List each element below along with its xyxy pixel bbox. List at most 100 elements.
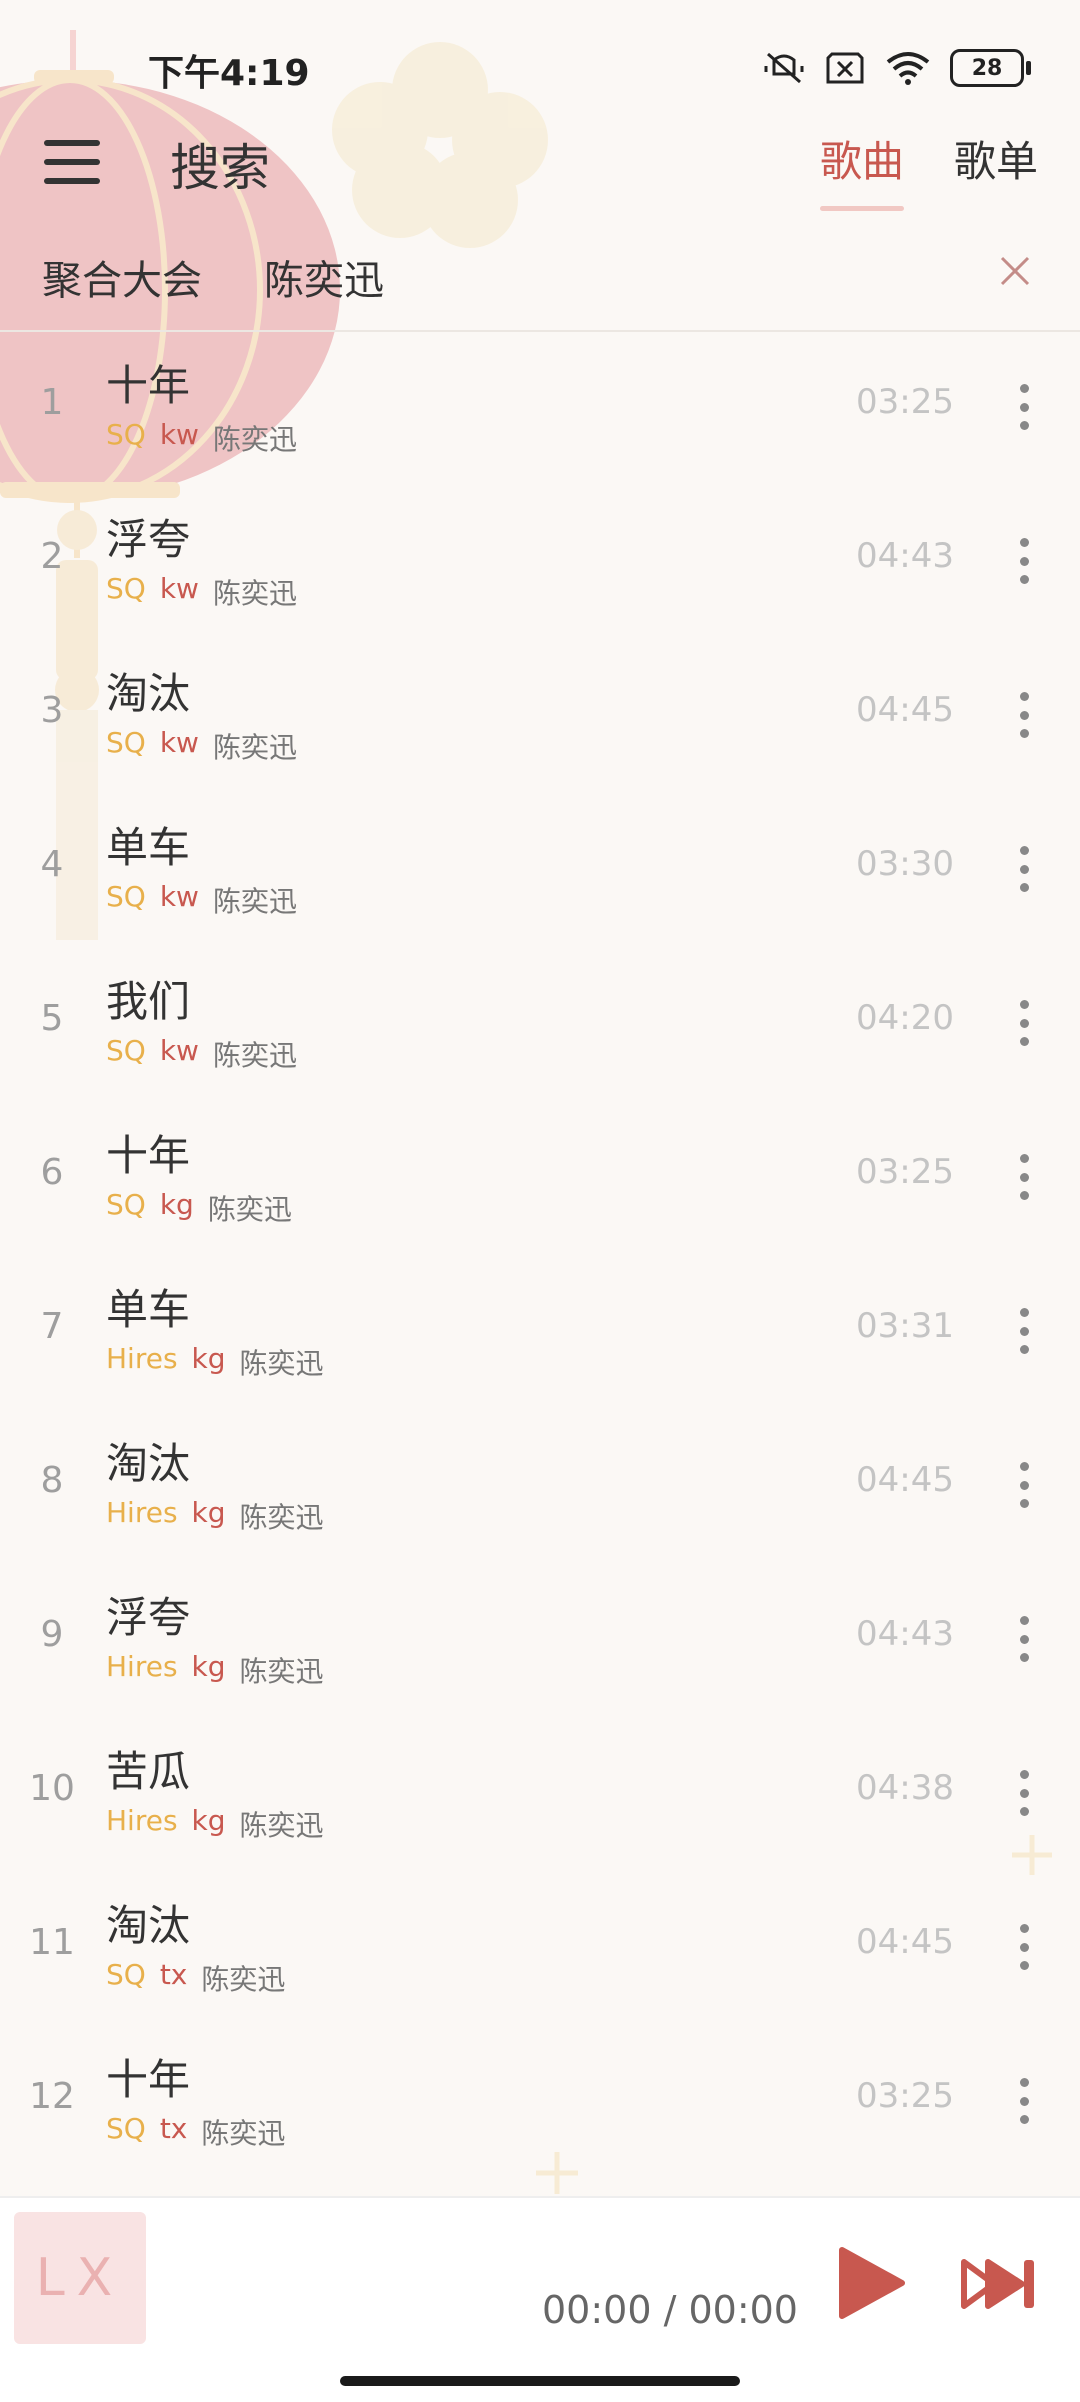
quality-tag: SQ	[106, 1188, 146, 1221]
more-vertical-icon[interactable]	[1012, 1924, 1036, 1970]
tab-songs[interactable]: 歌曲	[819, 128, 904, 211]
song-meta: SQ kw 陈奕迅	[106, 726, 297, 766]
song-meta: Hires kg 陈奕迅	[106, 1650, 324, 1690]
quality-tag: SQ	[106, 1034, 146, 1067]
more-vertical-icon[interactable]	[1012, 1462, 1036, 1508]
song-meta: Hires kg 陈奕迅	[106, 1342, 324, 1382]
source-tag: kg	[159, 1188, 194, 1221]
more-vertical-icon[interactable]	[1012, 1308, 1036, 1354]
song-row[interactable]: 10 苦瓜 Hires kg 陈奕迅 04:38	[0, 1718, 1080, 1872]
more-vertical-icon[interactable]	[1012, 384, 1036, 430]
song-duration: 04:43	[856, 1614, 954, 1654]
tab-playlists[interactable]: 歌单	[954, 128, 1038, 199]
status-icons: 28	[762, 48, 1031, 88]
song-artist: 陈奕迅	[212, 1039, 297, 1072]
quality-tag: Hires	[106, 1804, 178, 1837]
song-artist: 陈奕迅	[239, 1347, 324, 1380]
song-title: 淘汰	[106, 1901, 191, 1950]
source-tag: tx	[159, 1958, 188, 1991]
song-row[interactable]: 11 淘汰 SQ tx 陈奕迅 04:45	[0, 1872, 1080, 2026]
source-tag: kw	[159, 1034, 199, 1067]
song-meta: Hires kg 陈奕迅	[106, 1804, 324, 1844]
more-vertical-icon[interactable]	[1012, 1000, 1036, 1046]
app-header: 搜索 歌曲 歌单	[0, 120, 1080, 230]
song-row[interactable]: 5 我们 SQ kw 陈奕迅 04:20	[0, 948, 1080, 1102]
song-artist: 陈奕迅	[212, 577, 297, 610]
song-title: 淘汰	[106, 1439, 191, 1488]
source-selector[interactable]: 聚合大会	[42, 248, 202, 306]
battery-icon: 28	[950, 49, 1031, 87]
battery-level: 28	[971, 55, 1003, 81]
source-tag: kw	[159, 572, 199, 605]
skip-next-icon[interactable]	[960, 2254, 1040, 2314]
album-cover[interactable]: LX	[14, 2212, 146, 2344]
song-artist: 陈奕迅	[201, 1963, 286, 1996]
close-icon[interactable]	[998, 254, 1032, 288]
more-vertical-icon[interactable]	[1012, 2078, 1036, 2124]
song-duration: 03:25	[856, 2076, 954, 2116]
song-row[interactable]: 12 十年 SQ tx 陈奕迅 03:25	[0, 2026, 1080, 2180]
song-artist: 陈奕迅	[212, 423, 297, 456]
song-meta: SQ tx 陈奕迅	[106, 1958, 285, 1998]
song-row[interactable]: 7 单车 Hires kg 陈奕迅 03:31	[0, 1256, 1080, 1410]
song-index: 12	[29, 2076, 75, 2117]
source-tag: tx	[159, 2112, 188, 2145]
status-time: 下午4:19	[148, 53, 310, 94]
mute-vibrate-icon	[764, 52, 804, 84]
song-index: 11	[29, 1922, 75, 1963]
song-duration: 03:30	[856, 844, 954, 884]
song-index: 4	[40, 844, 64, 885]
more-vertical-icon[interactable]	[1012, 1770, 1036, 1816]
song-duration: 03:25	[856, 382, 954, 422]
song-duration: 03:25	[856, 1152, 954, 1192]
more-vertical-icon[interactable]	[1012, 1616, 1036, 1662]
song-duration: 04:45	[856, 1460, 954, 1500]
source-tag: kw	[159, 726, 199, 759]
tab-bar: 歌曲 歌单	[819, 128, 1038, 211]
song-meta: SQ kw 陈奕迅	[106, 1034, 297, 1074]
song-index: 2	[40, 536, 64, 577]
quality-tag: Hires	[106, 1650, 178, 1683]
more-vertical-icon[interactable]	[1012, 692, 1036, 738]
song-title: 单车	[106, 1285, 191, 1334]
source-tag: kg	[191, 1804, 226, 1837]
song-index: 6	[40, 1152, 64, 1193]
quality-tag: Hires	[106, 1342, 178, 1375]
home-indicator[interactable]	[340, 2376, 740, 2386]
song-list: 1 十年 SQ kw 陈奕迅 03:25 2 浮夸 SQ kw 陈奕迅 04:4…	[0, 332, 1080, 2180]
song-meta: SQ kw 陈奕迅	[106, 418, 297, 458]
more-vertical-icon[interactable]	[1012, 1154, 1036, 1200]
song-title: 十年	[106, 1131, 191, 1180]
song-meta: SQ kw 陈奕迅	[106, 880, 297, 920]
song-index: 5	[40, 998, 64, 1039]
search-query[interactable]: 陈奕迅	[264, 248, 384, 306]
song-row[interactable]: 6 十年 SQ kg 陈奕迅 03:25	[0, 1102, 1080, 1256]
song-artist: 陈奕迅	[239, 1655, 324, 1688]
status-bar: 下午4:19 28	[0, 0, 1080, 140]
song-row[interactable]: 9 浮夸 Hires kg 陈奕迅 04:43	[0, 1564, 1080, 1718]
song-row[interactable]: 8 淘汰 Hires kg 陈奕迅 04:45	[0, 1410, 1080, 1564]
more-vertical-icon[interactable]	[1012, 846, 1036, 892]
song-row[interactable]: 3 淘汰 SQ kw 陈奕迅 04:45	[0, 640, 1080, 794]
song-row[interactable]: 4 单车 SQ kw 陈奕迅 03:30	[0, 794, 1080, 948]
song-title: 十年	[106, 2055, 191, 2104]
quality-tag: SQ	[106, 2112, 146, 2145]
song-duration: 04:43	[856, 536, 954, 576]
song-row[interactable]: 2 浮夸 SQ kw 陈奕迅 04:43	[0, 486, 1080, 640]
source-tag: kg	[191, 1496, 226, 1529]
song-duration: 04:38	[856, 1768, 954, 1808]
more-vertical-icon[interactable]	[1012, 538, 1036, 584]
song-artist: 陈奕迅	[212, 885, 297, 918]
song-index: 8	[40, 1460, 64, 1501]
song-artist: 陈奕迅	[201, 2117, 286, 2150]
song-duration: 04:45	[856, 690, 954, 730]
song-artist: 陈奕迅	[239, 1809, 324, 1842]
song-title: 浮夸	[106, 1593, 191, 1642]
song-title: 浮夸	[106, 515, 191, 564]
play-icon[interactable]	[832, 2246, 906, 2320]
song-duration: 04:20	[856, 998, 954, 1038]
song-row[interactable]: 1 十年 SQ kw 陈奕迅 03:25	[0, 332, 1080, 486]
playback-time: 00:00 / 00:00	[542, 2288, 798, 2332]
source-tag: kg	[191, 1342, 226, 1375]
hamburger-icon[interactable]	[44, 140, 100, 184]
